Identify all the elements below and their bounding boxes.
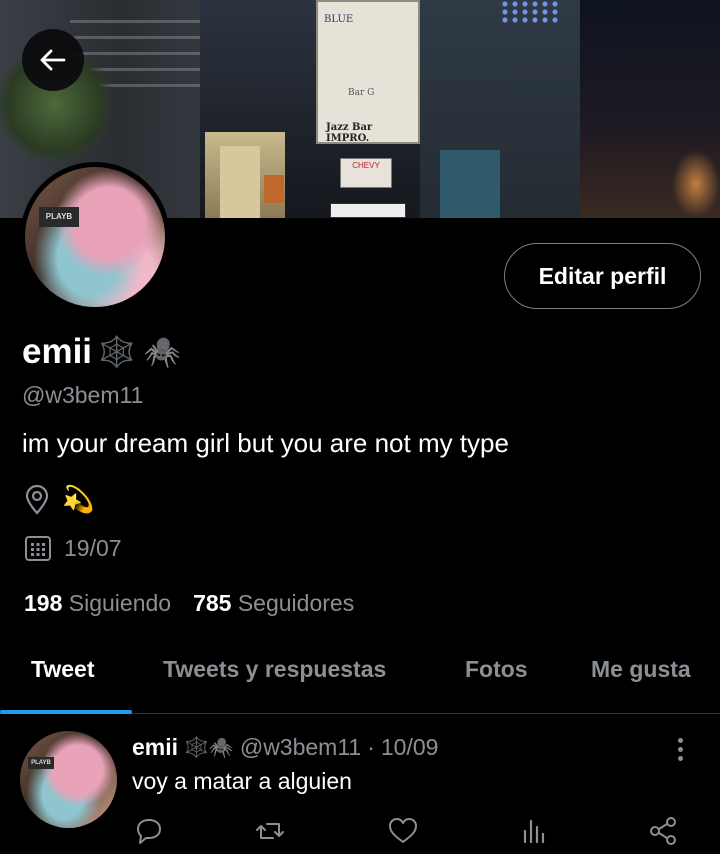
banner-chevy-sign: CHEVY	[340, 158, 392, 188]
profile-handle: @w3bem11	[22, 382, 144, 408]
calendar-icon	[25, 536, 51, 561]
banner-warm-light	[672, 150, 720, 218]
banner-sign: BLUE Bar G Jazz Bar IMPRO.	[316, 0, 420, 144]
like-button[interactable]	[386, 814, 420, 848]
back-button[interactable]	[22, 29, 84, 91]
tweet-date: 10/09	[380, 734, 439, 760]
analytics-button[interactable]	[517, 814, 551, 848]
reply-icon	[137, 819, 161, 844]
banner-lights	[500, 0, 560, 25]
banner-oneway-sign	[330, 203, 406, 218]
tweet-author-emoji: 🕸️🕷️	[184, 737, 234, 759]
retweet-icon	[256, 823, 284, 839]
heart-icon	[389, 818, 417, 843]
location-pin-icon	[25, 484, 49, 515]
tab-tweet[interactable]: Tweet	[31, 656, 94, 683]
tweet-text: voy a matar a alguien	[132, 768, 352, 794]
edit-profile-button[interactable]: Editar perfil	[504, 243, 701, 309]
tweet-author-name: emii	[132, 734, 179, 760]
profile-name: emii	[22, 332, 93, 371]
location-row: 💫	[24, 484, 94, 515]
profile-bio: im your dream girl but you are not my ty…	[22, 428, 509, 458]
more-options-icon[interactable]	[668, 732, 692, 766]
share-icon	[650, 817, 676, 845]
arrow-left-icon	[40, 49, 66, 71]
banner-slat	[70, 20, 200, 23]
banner-sign-top: BLUE	[324, 14, 354, 25]
profile-name-row: emii 🕸️ 🕷️	[22, 332, 181, 372]
banner-awning	[440, 150, 500, 218]
joined-date: 19/07	[64, 534, 122, 561]
active-tab-indicator	[0, 710, 132, 714]
tweet-item[interactable]: PLAYB emii 🕸️🕷️ @w3bem11 · 10/09 voy a m…	[0, 716, 720, 854]
banner-door	[220, 146, 260, 218]
banner-slat	[70, 36, 200, 39]
tweet-author-handle: @w3bem11	[239, 734, 362, 760]
avatar-poster-text: PLAYB	[39, 207, 79, 227]
followers-link[interactable]: 785 Seguidores	[193, 590, 354, 617]
banner-sign-bottom: Jazz Bar IMPRO.	[326, 122, 373, 144]
reply-button[interactable]	[132, 814, 166, 848]
name-emoji: 🕸️ 🕷️	[98, 335, 182, 369]
avatar[interactable]: PLAYB	[20, 162, 170, 312]
tab-likes[interactable]: Me gusta	[591, 656, 691, 683]
share-button[interactable]	[646, 814, 680, 848]
avatar-poster-text: PLAYB	[28, 757, 54, 769]
followers-count: 785	[193, 590, 232, 616]
profile-tabs: Tweet Tweets y respuestas Fotos Me gusta	[0, 632, 720, 714]
tab-photos[interactable]: Fotos	[465, 656, 528, 683]
following-label: Siguiendo	[68, 590, 172, 616]
following-link[interactable]: 198 Siguiendo	[24, 590, 171, 617]
tweet-header: emii 🕸️🕷️ @w3bem11 · 10/09	[132, 734, 438, 761]
tweet-separator: ·	[367, 734, 375, 760]
following-count: 198	[24, 590, 63, 616]
banner-slat	[70, 52, 200, 55]
joined-row: 19/07	[24, 534, 122, 562]
retweet-button[interactable]	[253, 814, 287, 848]
banner-sign-mid: Bar G	[348, 88, 375, 98]
tab-tweets-replies[interactable]: Tweets y respuestas	[163, 656, 386, 683]
tweet-actions	[0, 814, 720, 848]
followers-label: Seguidores	[237, 590, 355, 616]
analytics-icon	[523, 819, 545, 844]
location-emoji: 💫	[62, 484, 95, 514]
follow-stats: 198 Siguiendo 785 Seguidores	[24, 590, 354, 617]
banner-orange-sign	[264, 175, 284, 203]
